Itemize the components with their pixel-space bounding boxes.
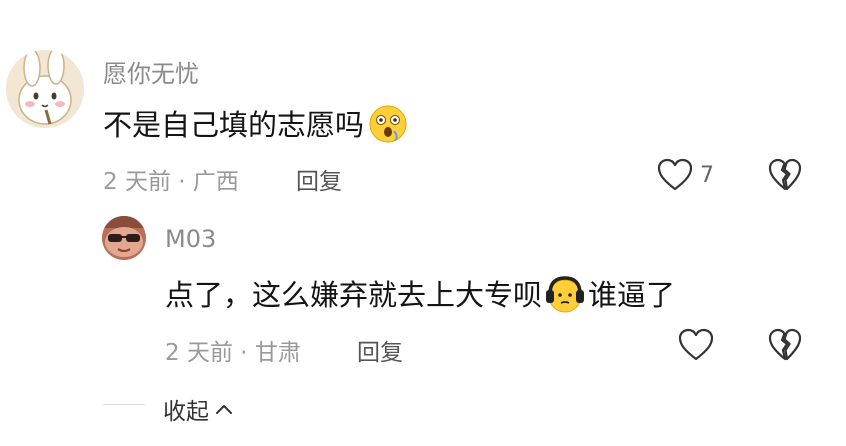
broken-heart-icon [768, 328, 802, 361]
collapse-button[interactable]: 收起 [163, 392, 233, 426]
chevron-up-icon [216, 405, 232, 414]
bunny-avatar-icon [6, 50, 84, 128]
reply-text: 点了，这么嫌弃就去上大专呗 谁逼了 [165, 272, 675, 321]
reply-dislike-button[interactable] [768, 328, 802, 362]
reply-body-before: 点了，这么嫌弃就去上大专呗 [165, 278, 543, 312]
comment-time-location: 2 天前 · 广西 [103, 169, 239, 195]
reply-like-button[interactable] [678, 328, 714, 362]
like-count: 7 [700, 163, 714, 188]
dislike-button[interactable] [768, 158, 802, 192]
avatar[interactable] [6, 50, 84, 128]
collapse-divider [103, 404, 145, 405]
reply-username[interactable]: M03 [165, 225, 216, 253]
reply-button[interactable]: 回复 [296, 162, 342, 196]
reply-to-reply-button[interactable]: 回复 [357, 333, 403, 367]
comment-body: 不是自己填的志愿吗 [103, 108, 365, 142]
reply-body-after: 谁逼了 [588, 278, 676, 312]
comment-text: 不是自己填的志愿吗 [103, 102, 408, 151]
heart-outline-icon [657, 158, 693, 191]
username[interactable]: 愿你无忧 [103, 54, 199, 89]
like-button[interactable] [657, 158, 693, 192]
face-photo-avatar-icon [102, 216, 146, 260]
reply-time-location: 2 天前 · 甘肃 [165, 340, 301, 366]
heart-outline-icon [678, 328, 714, 361]
headphones-face-emoji-icon [545, 274, 585, 321]
collapse-label: 收起 [163, 399, 209, 425]
reply-avatar[interactable] [102, 216, 146, 260]
broken-heart-icon [768, 158, 802, 191]
surprised-face-emoji-icon [368, 104, 408, 151]
